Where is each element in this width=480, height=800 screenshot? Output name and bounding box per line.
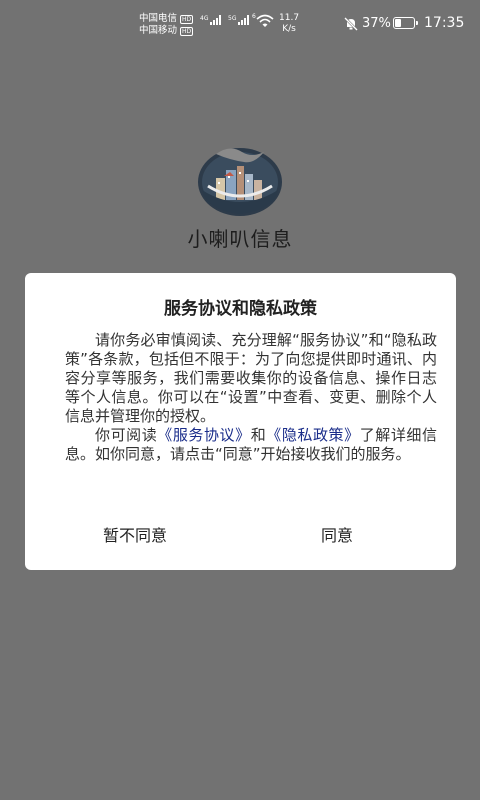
- paragraph-2-prefix: 你可阅读: [95, 426, 158, 444]
- dialog-paragraph-1: 请你务必审慎阅读、充分理解“服务协议”和“隐私政策”各条款，包括但不限于：为了向…: [65, 331, 437, 425]
- carrier-info: 中国电信 HD 中国移动 HD: [139, 13, 194, 37]
- hd-badge: HD: [180, 26, 194, 36]
- speed-unit: K/s: [282, 24, 296, 34]
- carrier-1: 中国电信: [139, 13, 178, 24]
- signal-icon: 5G: [228, 15, 250, 25]
- battery-fill: [395, 19, 401, 27]
- battery-icon: [393, 17, 418, 29]
- network-speed: 11.7 K/s: [279, 13, 299, 35]
- dialog-title: 服务协议和隐私政策: [164, 299, 317, 319]
- privacy-policy-link[interactable]: 《隐私政策》: [266, 426, 359, 444]
- clock: 17:35: [424, 15, 465, 31]
- app-logo-icon: [194, 146, 286, 218]
- carrier-2: 中国移动: [139, 25, 178, 36]
- network-type-1: 4G: [200, 15, 209, 22]
- hd-badge: HD: [180, 14, 194, 24]
- service-agreement-link[interactable]: 《服务协议》: [157, 426, 250, 444]
- carrier-row-2: 中国移动 HD: [139, 25, 194, 37]
- dialog-paragraph-2: 你可阅读《服务协议》和《隐私政策》了解详细信息。如你同意，请点击“同意”开始接收…: [65, 426, 437, 464]
- network-type-2: 5G: [228, 15, 237, 22]
- mute-icon: [344, 17, 358, 34]
- app-name: 小喇叭信息: [187, 227, 293, 251]
- speed-value: 11.7: [279, 13, 300, 23]
- privacy-dialog: 服务协议和隐私政策 请你务必审慎阅读、充分理解“服务协议”和“隐私政策”各条款，…: [25, 273, 456, 570]
- battery-percent: 37%: [362, 16, 391, 31]
- carrier-row-1: 中国电信 HD: [139, 13, 194, 25]
- agree-button[interactable]: 同意: [321, 522, 353, 546]
- disagree-button[interactable]: 暂不同意: [103, 522, 167, 546]
- dialog-body: 请你务必审慎阅读、充分理解“服务协议”和“隐私政策”各条款，包括但不限于：为了向…: [65, 331, 437, 464]
- signal-icon: 4G: [200, 15, 222, 25]
- paragraph-2-and: 和: [250, 426, 267, 444]
- status-bar: 中国电信 HD 中国移动 HD 4G 5G 6 11.7 K/s 37% 17:…: [0, 0, 480, 44]
- wifi-tag: 6: [252, 13, 256, 20]
- wifi-icon: 6: [252, 13, 274, 31]
